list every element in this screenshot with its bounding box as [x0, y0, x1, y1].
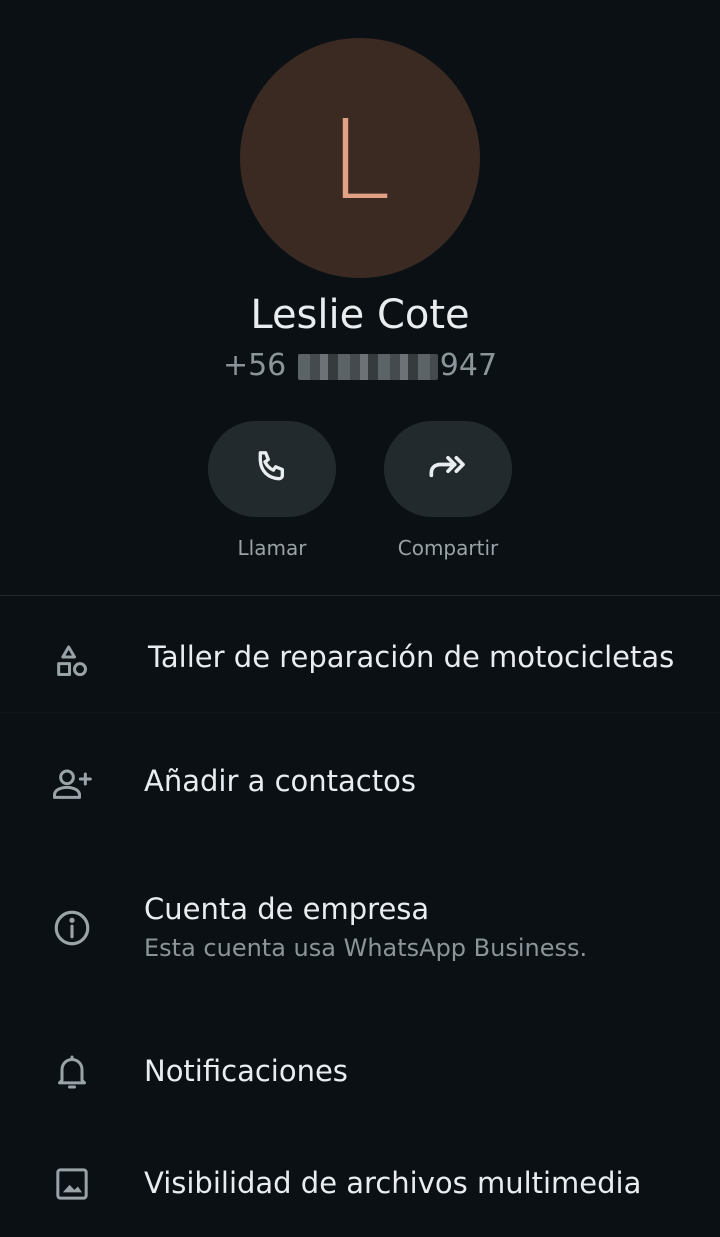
business-account-row[interactable]: Cuenta de empresa Esta cuenta usa WhatsA…	[0, 878, 720, 988]
shapes-icon	[48, 638, 96, 686]
row-separator	[0, 712, 720, 713]
business-category-row[interactable]: Taller de reparación de motocicletas	[0, 620, 720, 712]
add-to-contacts-label: Añadir a contactos	[144, 764, 416, 798]
business-category: Taller de reparación de motocicletas	[148, 640, 675, 674]
phone-icon	[252, 447, 292, 491]
business-account-subtitle: Esta cuenta usa WhatsApp Business.	[144, 934, 588, 962]
media-visibility-row[interactable]: Visibilidad de archivos multimedia	[0, 1140, 720, 1232]
image-icon	[48, 1160, 96, 1208]
section-divider	[0, 595, 720, 596]
avatar-initial: L	[329, 96, 391, 224]
add-to-contacts-row[interactable]: Añadir a contactos	[0, 740, 720, 832]
notifications-label: Notificaciones	[144, 1054, 348, 1088]
phone-suffix: 947	[439, 348, 498, 383]
media-visibility-label: Visibilidad de archivos multimedia	[144, 1166, 642, 1200]
share-button[interactable]	[384, 421, 512, 517]
share-label: Compartir	[397, 536, 499, 560]
contact-avatar[interactable]: L	[240, 38, 480, 278]
contact-name: Leslie Cote	[250, 292, 470, 338]
info-icon	[48, 904, 96, 952]
notifications-row[interactable]: Notificaciones	[0, 1028, 720, 1120]
phone-redacted-digits	[297, 353, 438, 380]
business-account-title: Cuenta de empresa	[144, 892, 430, 926]
phone-prefix: +56	[222, 348, 287, 383]
person-add-icon	[48, 760, 96, 808]
bell-icon	[48, 1048, 96, 1096]
call-label: Llamar	[237, 536, 307, 560]
contact-phone: +56 947	[0, 348, 720, 383]
share-forward-icon	[426, 447, 470, 491]
call-button[interactable]	[208, 421, 336, 517]
